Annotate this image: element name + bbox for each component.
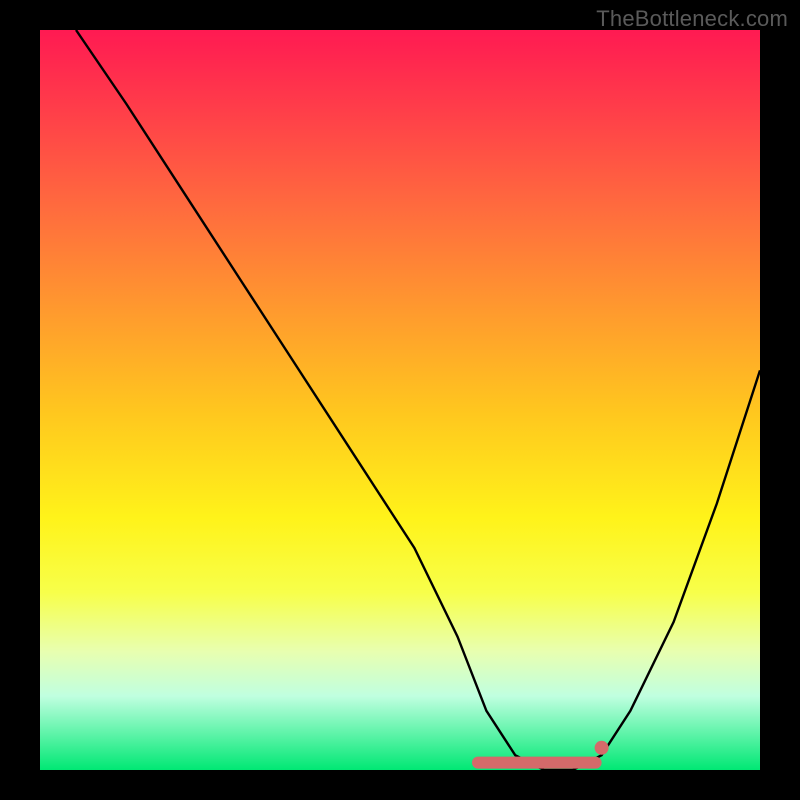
optimal-band-marker bbox=[472, 757, 602, 769]
watermark-text: TheBottleneck.com bbox=[596, 6, 788, 32]
chart-frame: TheBottleneck.com bbox=[0, 0, 800, 800]
bottleneck-curve bbox=[76, 30, 760, 770]
plot-area bbox=[40, 30, 760, 770]
optimal-point-marker bbox=[595, 741, 609, 755]
curve-layer bbox=[40, 30, 760, 770]
